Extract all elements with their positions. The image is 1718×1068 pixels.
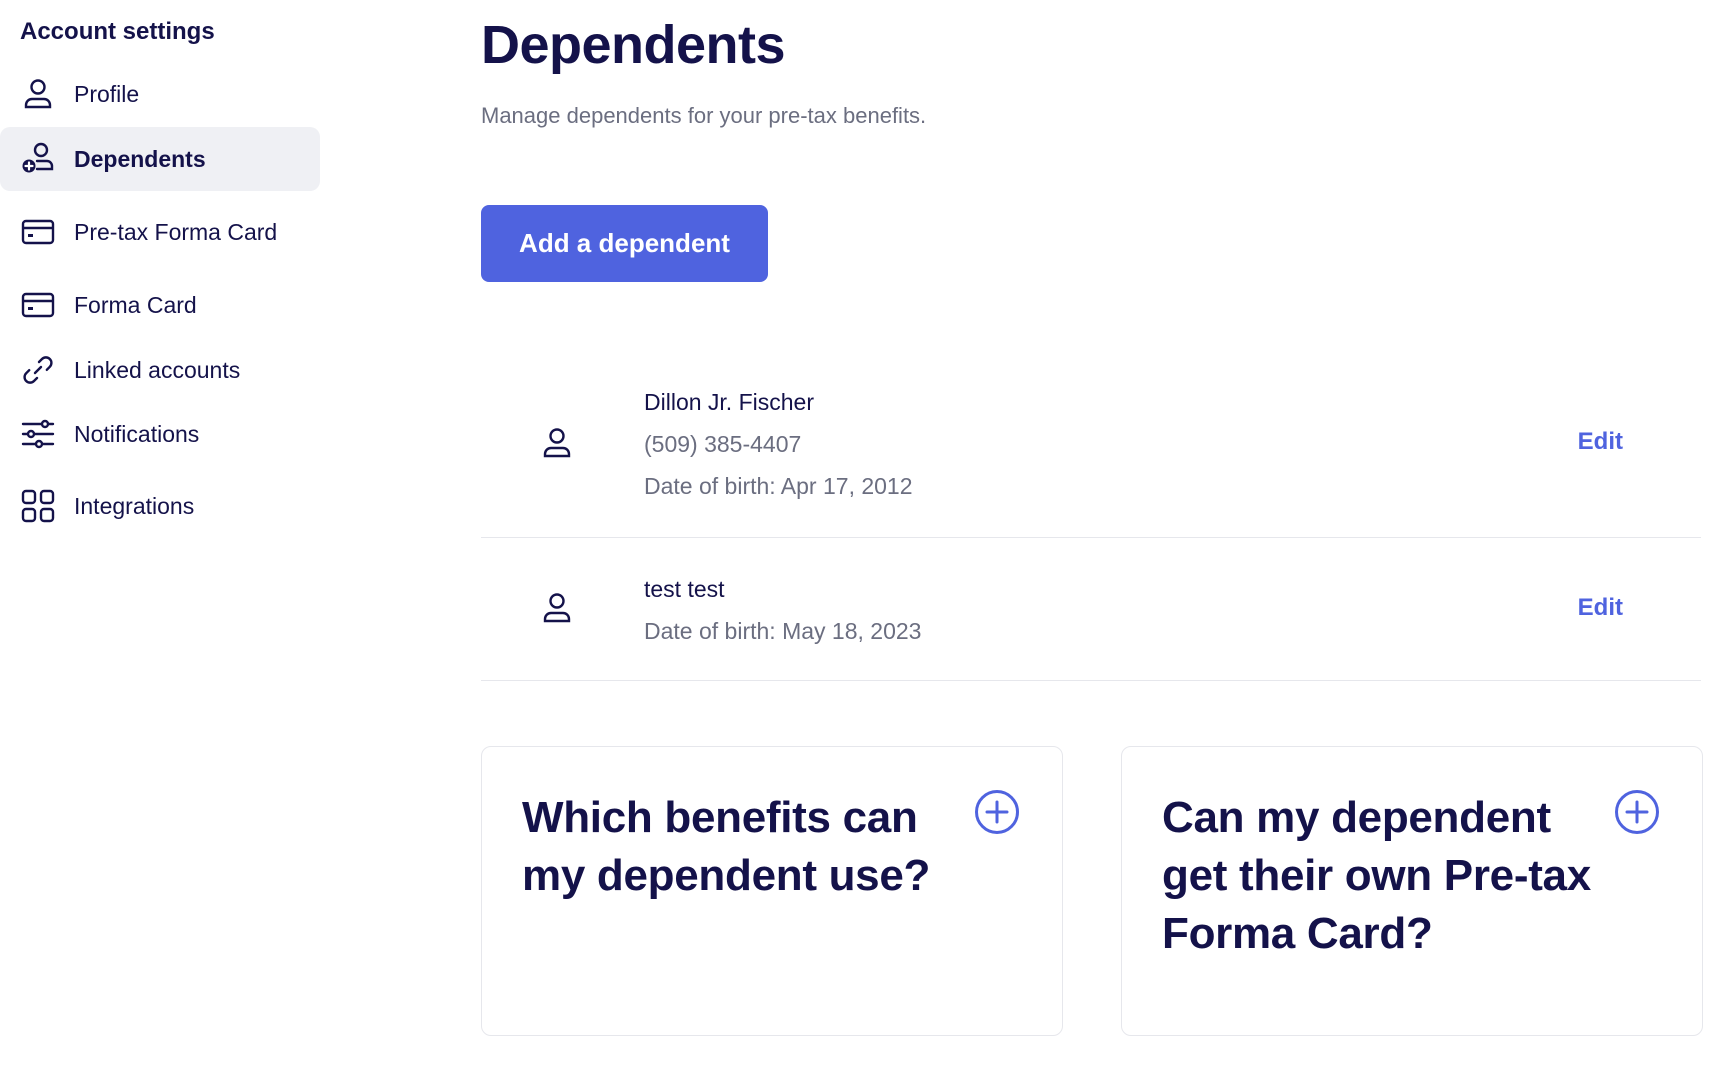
- sidebar-item-label: Profile: [74, 80, 140, 107]
- edit-dependent-link[interactable]: Edit: [1578, 428, 1623, 456]
- user-plus-icon: [20, 141, 56, 177]
- sidebar-item-pre-tax-forma-card[interactable]: Pre-tax Forma Card: [0, 200, 320, 264]
- sidebar: Account settings Profile Dependents Pre-…: [0, 0, 320, 1068]
- sidebar-item-profile[interactable]: Profile: [0, 62, 320, 126]
- dependent-name: Dillon Jr. Fischer: [644, 389, 814, 415]
- dependent-dob: Date of birth: Apr 17, 2012: [644, 473, 913, 499]
- sidebar-item-label: Pre-tax Forma Card: [74, 218, 278, 245]
- dependent-row: Dillon Jr. Fischer (509) 385-4407 Date o…: [481, 373, 1701, 538]
- sidebar-item-label: Linked accounts: [74, 356, 241, 383]
- faq-card-benefits[interactable]: Which benefits can my dependent use?: [481, 746, 1063, 1036]
- credit-card-icon: [20, 287, 56, 323]
- plus-circle-icon[interactable]: [974, 789, 1020, 835]
- sidebar-item-label: Dependents: [74, 145, 206, 172]
- sidebar-title: Account settings: [20, 18, 215, 45]
- dependent-details: Dillon Jr. Fischer (509) 385-4407 Date o…: [644, 381, 913, 507]
- sidebar-item-label: Forma Card: [74, 291, 197, 318]
- sidebar-item-label: Notifications: [74, 420, 200, 447]
- link-icon: [20, 352, 56, 388]
- sidebar-item-label: Integrations: [74, 492, 195, 519]
- faq-card-own-card[interactable]: Can my dependent get their own Pre-tax F…: [1121, 746, 1703, 1036]
- sidebar-item-forma-card[interactable]: Forma Card: [0, 273, 320, 337]
- sidebar-item-notifications[interactable]: Notifications: [0, 402, 320, 466]
- page-title: Dependents: [481, 15, 786, 75]
- dependent-dob: Date of birth: May 18, 2023: [644, 618, 922, 644]
- sliders-icon: [20, 416, 56, 452]
- faq-question: Can my dependent get their own Pre-tax F…: [1162, 793, 1591, 958]
- dependent-phone: (509) 385-4407: [644, 431, 802, 457]
- sidebar-item-dependents[interactable]: Dependents: [0, 127, 320, 191]
- grid-icon: [20, 488, 56, 524]
- user-icon: [20, 76, 56, 112]
- page-subtitle: Manage dependents for your pre-tax benef…: [481, 103, 927, 128]
- credit-card-icon: [20, 214, 56, 250]
- faq-question: Which benefits can my dependent use?: [522, 793, 931, 900]
- plus-circle-icon[interactable]: [1614, 789, 1660, 835]
- sidebar-item-integrations[interactable]: Integrations: [0, 474, 320, 538]
- user-icon: [539, 425, 575, 461]
- edit-dependent-link[interactable]: Edit: [1578, 594, 1623, 622]
- user-icon: [539, 590, 575, 626]
- dependent-details: test test Date of birth: May 18, 2023: [644, 568, 921, 652]
- dependent-row: test test Date of birth: May 18, 2023 Ed…: [481, 538, 1701, 681]
- add-dependent-button[interactable]: Add a dependent: [481, 205, 768, 282]
- dependent-name: test test: [644, 576, 725, 602]
- sidebar-item-linked-accounts[interactable]: Linked accounts: [0, 338, 320, 402]
